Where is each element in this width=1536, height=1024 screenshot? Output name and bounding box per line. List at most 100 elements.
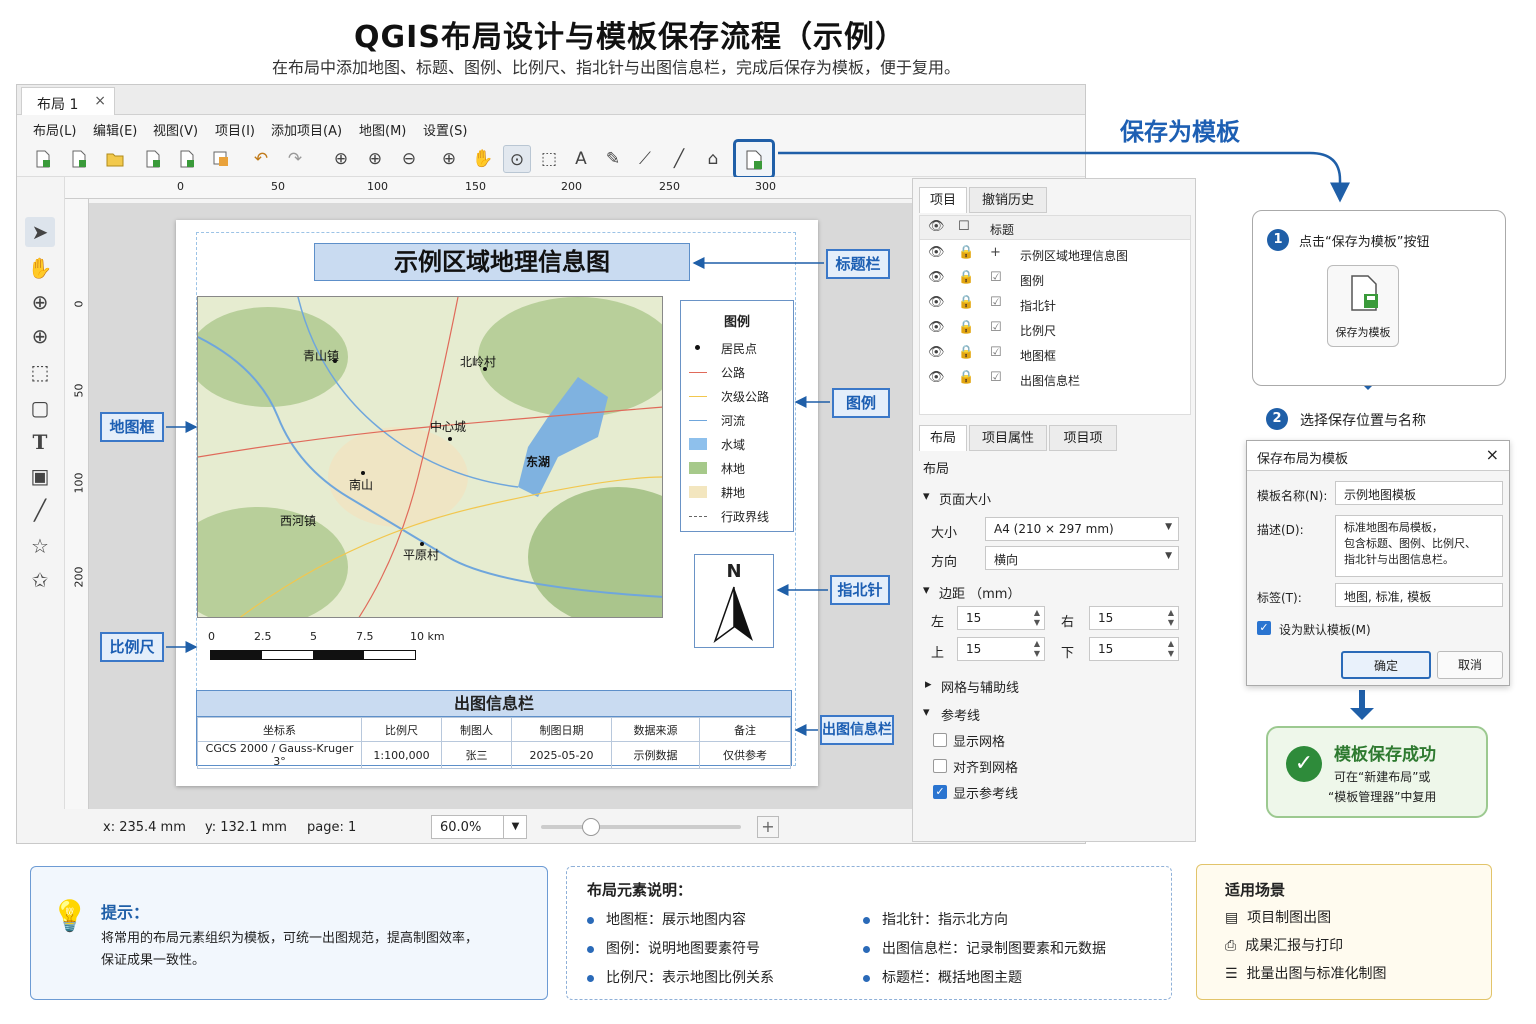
zoom-plus-button[interactable]: + <box>757 816 779 838</box>
menu-add-item[interactable]: 添加项目(A) <box>271 120 342 139</box>
menu-settings[interactable]: 设置(S) <box>423 120 467 139</box>
add-image-icon[interactable]: ▣ <box>25 461 55 491</box>
menu-view[interactable]: 视图(V) <box>153 120 198 139</box>
tab-item-properties[interactable]: 项目属性 <box>969 425 1047 451</box>
menu-map[interactable]: 地图(M) <box>359 120 406 139</box>
guides-heading[interactable]: 参考线 <box>941 705 980 724</box>
zoom-tool-icon[interactable]: ⊕ <box>25 321 55 351</box>
menu-edit[interactable]: 编辑(E) <box>93 120 137 139</box>
zoom-tool-icon[interactable]: ⊕ <box>435 145 463 173</box>
legend-item[interactable]: 图例 居民点 公路 次级公路 河流 水域 林地 耕地 行政界线 <box>680 300 794 532</box>
tab-project-items[interactable]: 项目项 <box>1049 425 1117 451</box>
select-arrow-icon[interactable]: ➤ <box>25 217 55 247</box>
list-item[interactable]: 👁 🔒 + 示例区域地理信息图 <box>920 242 1190 266</box>
show-guides-checkbox[interactable]: ✓ <box>933 785 947 799</box>
size-select[interactable]: A4 (210 × 297 mm) ▼ <box>985 517 1179 541</box>
slider-knob[interactable] <box>582 818 600 836</box>
table-row: 坐标系 比例尺 制图人 制图日期 数据来源 备注 <box>197 717 791 742</box>
save-as-template-button[interactable] <box>733 139 775 179</box>
add-shape-icon[interactable]: ⌂ <box>699 145 727 173</box>
add-label-icon[interactable]: A <box>567 145 595 173</box>
zoom-slider[interactable] <box>541 818 741 836</box>
pan-hand-icon[interactable]: ✋ <box>25 253 55 283</box>
tab-items[interactable]: 项目 <box>919 187 967 213</box>
layout-manager-icon[interactable] <box>173 145 201 173</box>
spin-arrows-icon: ▲ ▼ <box>1033 639 1040 658</box>
add-text-icon[interactable]: T <box>25 427 55 457</box>
right-margin-input[interactable]: 15 ▲ ▼ <box>1089 606 1179 630</box>
cancel-button[interactable]: 取消 <box>1437 651 1503 679</box>
open-folder-icon[interactable] <box>101 145 129 173</box>
scale-bar-item[interactable]: 0 2.5 5 7.5 10 km <box>208 630 458 664</box>
map-title-item[interactable]: 示例区域地理信息图 <box>314 243 690 281</box>
place-label: 北岭村 <box>460 355 497 369</box>
description-textarea[interactable]: 标准地图布局模板， 包含标题、图例、比例尺、 指北针与出图信息栏。 <box>1335 515 1503 577</box>
redo-icon[interactable]: ↷ <box>281 145 309 173</box>
sliders-icon: ☰ <box>1225 966 1238 982</box>
chevron-down-icon[interactable]: ▾ <box>923 583 930 598</box>
show-grid-checkbox[interactable] <box>933 733 947 747</box>
undo-icon[interactable]: ↶ <box>247 145 275 173</box>
menu-item[interactable]: 项目(I) <box>215 120 255 139</box>
tab-layout-1[interactable]: 布局 1 × <box>21 87 115 116</box>
snap-grid-checkbox[interactable] <box>933 759 947 773</box>
new-layout-icon[interactable] <box>29 145 57 173</box>
grid-heading[interactable]: 网格与辅助线 <box>941 677 1019 696</box>
check-circle-icon: ✓ <box>1286 746 1322 782</box>
add-marker-icon[interactable]: ✩ <box>25 565 55 595</box>
save-as-template-big-button[interactable]: 保存为模板 <box>1327 265 1399 347</box>
add-map-icon[interactable]: ⬚ <box>25 357 55 387</box>
default-template-checkbox[interactable]: ✓ <box>1257 621 1271 635</box>
list-item[interactable]: 👁 🔒 ☑ 图例 <box>920 267 1190 291</box>
page-size-heading[interactable]: 页面大小 <box>939 489 991 508</box>
show-grid-label: 显示网格 <box>953 735 1006 750</box>
add-arrow-icon[interactable]: ╱ <box>665 145 693 173</box>
close-icon[interactable]: × <box>94 93 106 109</box>
save-layout-icon[interactable] <box>65 145 93 173</box>
scenarios-box: 适用场景 ▤ 项目制图出图 ⎙ 成果汇报与打印 ☰ 批量出图与标准化制图 <box>1196 864 1492 1000</box>
legend-entry: 河流 <box>689 411 789 428</box>
tags-input[interactable]: 地图, 标准, 模板 <box>1335 583 1503 607</box>
list-item[interactable]: 👁 🔒 ☑ 出图信息栏 <box>920 367 1190 391</box>
list-item[interactable]: 👁 🔒 ☑ 指北针 <box>920 292 1190 316</box>
add-line-icon[interactable]: ╱ <box>25 495 55 525</box>
chevron-down-icon[interactable]: ▾ <box>923 489 930 504</box>
close-icon[interactable]: × <box>1486 445 1499 464</box>
chevron-down-icon[interactable]: ▼ <box>503 815 527 839</box>
zoom-in-icon[interactable]: ⊕ <box>361 145 389 173</box>
menu-layout[interactable]: 布局(L) <box>33 120 76 139</box>
export-icon[interactable] <box>207 145 235 173</box>
margins-heading[interactable]: 边距 （mm） <box>939 583 1020 602</box>
zoom-select-icon[interactable]: ⊙ <box>503 145 531 173</box>
template-name-input[interactable]: 示例地图模板 <box>1335 481 1503 505</box>
map-frame-item[interactable]: 青山镇 北岭村 中心城 东湖 南山 西河镇 平原村 <box>197 296 663 618</box>
add-rectangle-icon[interactable]: ▢ <box>25 393 55 423</box>
add-star-icon[interactable]: ☆ <box>25 531 55 561</box>
zoom-full-icon[interactable]: ⊕ <box>327 145 355 173</box>
duplicate-layout-icon[interactable] <box>139 145 167 173</box>
info-bar-item[interactable]: 出图信息栏 坐标系 比例尺 制图人 制图日期 数据来源 备注 CGCS 2000… <box>196 690 792 769</box>
tab-layout[interactable]: 布局 <box>919 425 967 451</box>
ok-button[interactable]: 确定 <box>1341 651 1431 679</box>
top-margin-input[interactable]: 15 ▲ ▼ <box>957 637 1045 661</box>
north-arrow-item[interactable]: N <box>694 554 774 648</box>
pan-hand-icon[interactable]: ✋ <box>469 145 497 173</box>
name-label: 模板名称(N): <box>1257 489 1328 503</box>
chevron-right-icon[interactable]: ▸ <box>925 677 932 692</box>
tab-undo-history[interactable]: 撤销历史 <box>969 187 1047 213</box>
left-label: 左 <box>931 615 945 630</box>
settlement-dot <box>361 471 365 475</box>
zoom-in-icon[interactable]: ⊕ <box>25 287 55 317</box>
orientation-select[interactable]: 横向 ▼ <box>985 546 1179 570</box>
chevron-down-icon[interactable]: ▾ <box>923 705 930 720</box>
bottom-margin-input[interactable]: 15 ▲ ▼ <box>1089 637 1179 661</box>
checkbox-icon: ☑ <box>990 295 1002 310</box>
list-item[interactable]: 👁 🔒 ☑ 比例尺 <box>920 317 1190 341</box>
select-rect-icon[interactable]: ⬚ <box>535 145 563 173</box>
list-item: 地图框：展示地图内容 <box>587 909 746 929</box>
edit-nodes-icon[interactable]: ✎ <box>599 145 627 173</box>
list-item[interactable]: 👁 🔒 ☑ 地图框 <box>920 342 1190 366</box>
zoom-out-icon[interactable]: ⊖ <box>395 145 423 173</box>
left-margin-input[interactable]: 15 ▲ ▼ <box>957 606 1045 630</box>
add-polyline-icon[interactable]: ⟋ <box>631 145 659 173</box>
